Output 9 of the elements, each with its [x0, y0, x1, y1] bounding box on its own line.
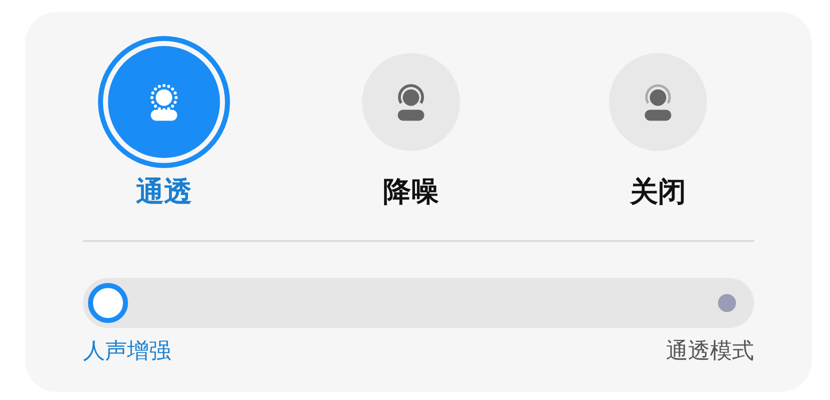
slider-thumb[interactable]	[88, 283, 128, 323]
mode-label: 降噪	[383, 174, 439, 210]
mode-label: 通透	[136, 174, 192, 210]
slider-label: 通透模式	[666, 338, 754, 366]
mode-label: 关闭	[630, 174, 686, 210]
mode-slider[interactable]	[83, 278, 754, 328]
mode-button[interactable]	[108, 46, 220, 158]
slider-label: 人声增强	[83, 338, 171, 366]
slider-end-dot	[718, 294, 736, 312]
